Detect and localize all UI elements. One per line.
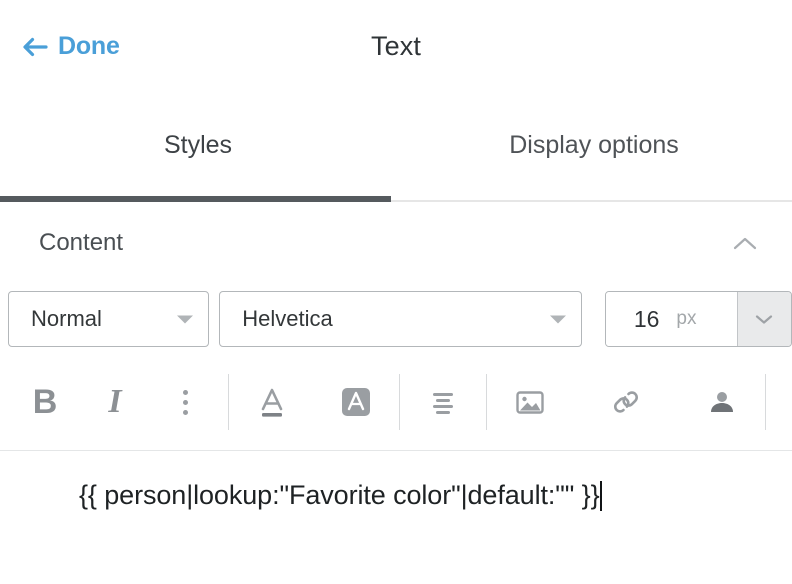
tab-bar: Styles Display options (0, 104, 792, 202)
insert-link-button[interactable] (599, 375, 653, 429)
italic-icon: I (108, 385, 121, 419)
highlight-color-button[interactable] (329, 375, 383, 429)
align-button[interactable] (416, 375, 470, 429)
tab-styles[interactable]: Styles (0, 104, 396, 200)
font-size-stepper[interactable] (737, 292, 791, 346)
text-caret (600, 481, 602, 511)
tab-display-options[interactable]: Display options (396, 104, 792, 200)
highlight-color-icon (336, 382, 376, 422)
toolbar-divider (399, 374, 400, 430)
tab-styles-label: Styles (164, 131, 232, 160)
editor-content[interactable]: {{ person|lookup:"Favorite color"|defaul… (79, 480, 599, 511)
bold-icon: B (33, 385, 58, 419)
chevron-up-icon[interactable] (732, 235, 758, 251)
font-size-unit: px (676, 308, 696, 330)
text-color-icon (252, 382, 292, 422)
insert-image-button[interactable] (503, 375, 557, 429)
font-size-input[interactable]: 16 px (606, 292, 737, 346)
page-title: Text (0, 31, 792, 62)
toolbar-divider (228, 374, 229, 430)
font-size-value: 16 (634, 306, 660, 333)
font-size-control: 16 px (605, 291, 792, 347)
align-icon (423, 382, 463, 422)
formatting-toolbar: B I (0, 354, 792, 450)
caret-down-icon (176, 314, 194, 325)
italic-button[interactable]: I (88, 375, 142, 429)
more-options-icon (183, 390, 188, 415)
link-icon (606, 382, 646, 422)
more-options-button[interactable] (158, 375, 212, 429)
content-section-header[interactable]: Content (0, 202, 792, 284)
font-family-select[interactable]: Helvetica (219, 291, 582, 347)
person-merge-field-icon (702, 382, 742, 422)
chevron-down-icon (754, 313, 774, 325)
content-section-title: Content (39, 229, 123, 257)
font-family-value: Helvetica (242, 306, 332, 332)
active-tab-indicator (0, 196, 391, 202)
toolbar-divider (486, 374, 487, 430)
text-style-value: Normal (31, 306, 102, 332)
image-icon (510, 382, 550, 422)
tab-display-options-label: Display options (509, 131, 679, 160)
text-editor-area[interactable]: {{ person|lookup:"Favorite color"|defaul… (0, 450, 792, 540)
text-color-button[interactable] (245, 375, 299, 429)
caret-down-icon (549, 314, 567, 325)
app-header: Done Text (0, 0, 792, 104)
bold-button[interactable]: B (18, 375, 72, 429)
code-view-button[interactable]: </> (782, 375, 792, 429)
format-controls-row: Normal Helvetica 16 px (0, 284, 792, 354)
text-style-select[interactable]: Normal (8, 291, 209, 347)
merge-field-button[interactable] (695, 375, 749, 429)
toolbar-divider (765, 374, 766, 430)
